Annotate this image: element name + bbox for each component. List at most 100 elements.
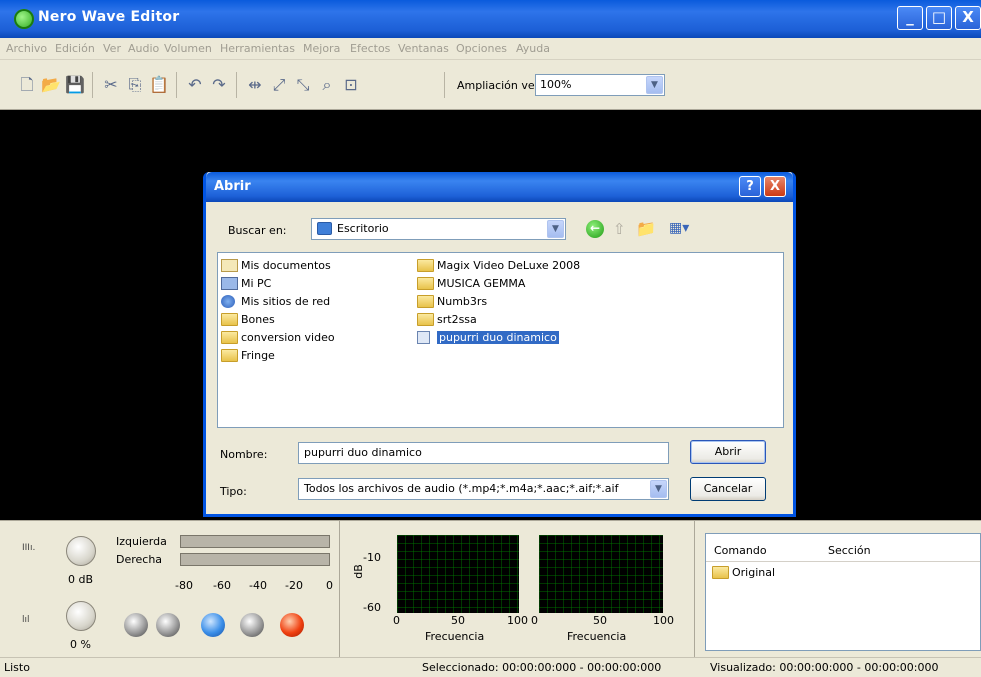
new-file-icon[interactable]: 🗋 — [16, 74, 38, 96]
file-name: Mis documentos — [241, 259, 331, 272]
dialog-title: Abrir — [214, 179, 251, 194]
list-item[interactable]: MUSICA GEMMA — [417, 276, 717, 294]
list-item[interactable]: Mis documentos — [221, 258, 411, 276]
status-text: Listo — [4, 661, 30, 674]
chevron-down-icon[interactable]: ▼ — [650, 480, 667, 498]
menu-herramientas[interactable]: Herramientas — [220, 42, 295, 55]
zoom-selection-icon[interactable]: ⌕ — [316, 74, 338, 96]
dialog-titlebar: Abrir ? X — [206, 172, 793, 202]
pan-knob[interactable] — [66, 601, 96, 631]
left-level-meter — [180, 535, 330, 548]
back-icon[interactable]: ← — [586, 220, 604, 238]
zoom-in-icon[interactable]: ⤢ — [268, 74, 290, 96]
spectrum-y-tick: -10 — [363, 551, 381, 564]
maximize-button[interactable]: □ — [926, 6, 952, 30]
menu-mejora[interactable]: Mejora — [303, 42, 340, 55]
stop-button[interactable] — [240, 613, 264, 637]
file-type-select[interactable]: Todos los archivos de audio (*.mp4;*.m4a… — [298, 478, 669, 500]
toolbar-separator — [176, 72, 177, 98]
look-in-select[interactable]: Escritorio ▼ — [311, 218, 566, 240]
dialog-close-button[interactable]: X — [764, 176, 786, 197]
zoom-value: 100% — [540, 78, 572, 91]
list-item[interactable]: Magix Video DeLuxe 2008 — [417, 258, 717, 276]
menu-edicion[interactable]: Edición — [55, 42, 95, 55]
close-window-button[interactable]: X — [955, 6, 981, 30]
up-folder-icon[interactable]: ⇧ — [613, 220, 626, 238]
open-button[interactable]: Abrir — [690, 440, 766, 464]
view-menu-icon[interactable]: ▦▾ — [669, 220, 689, 236]
right-channel-label: Derecha — [116, 553, 163, 566]
play-selection-button[interactable] — [156, 613, 180, 637]
meter-scale-tick: 0 — [326, 579, 333, 592]
look-in-value: Escritorio — [337, 222, 389, 235]
spectrum-y-label: dB — [351, 564, 365, 579]
list-item[interactable]: Mi PC — [221, 276, 411, 294]
visible-time: Visualizado: 00:00:00:000 - 00:00:00:000 — [710, 661, 939, 674]
gain-knob[interactable] — [66, 536, 96, 566]
zoom-out-icon[interactable]: ⤡ — [292, 74, 314, 96]
record-button[interactable] — [280, 613, 304, 637]
vertical-zoom-select[interactable]: 100% ▼ — [535, 74, 665, 96]
spectrum-x-tick: 50 — [593, 614, 607, 627]
chevron-down-icon[interactable]: ▼ — [547, 220, 564, 238]
help-button[interactable]: ? — [739, 176, 761, 197]
fit-width-icon[interactable]: ⇹ — [244, 74, 266, 96]
gain-value: 0 dB — [68, 573, 94, 586]
copy-icon[interactable]: ⎘ — [124, 74, 146, 96]
play-button[interactable] — [124, 613, 148, 637]
open-folder-icon[interactable]: 📂 — [40, 74, 62, 96]
undo-icon[interactable]: ↶ — [184, 74, 206, 96]
documents-icon — [221, 259, 238, 272]
list-item-selected[interactable]: pupurri duo dinamico — [417, 330, 717, 348]
file-name: conversion video — [241, 331, 335, 344]
loop-button[interactable] — [201, 613, 225, 637]
redo-icon[interactable]: ↷ — [208, 74, 230, 96]
menu-archivo[interactable]: Archivo — [6, 42, 47, 55]
list-item[interactable]: Numb3rs — [417, 294, 717, 312]
cancel-button[interactable]: Cancelar — [690, 477, 766, 501]
cut-icon[interactable]: ✂ — [100, 74, 122, 96]
history-item[interactable]: Original — [712, 565, 775, 583]
new-folder-icon[interactable]: 📁 — [636, 219, 656, 238]
menu-audio[interactable]: Audio — [128, 42, 159, 55]
file-list[interactable]: Mis documentos Mi PC Mis sitios de red B… — [217, 252, 784, 428]
menu-opciones[interactable]: Opciones — [456, 42, 507, 55]
right-level-meter — [180, 553, 330, 566]
zoom-reset-icon[interactable]: ⊡ — [340, 74, 362, 96]
list-item[interactable]: Bones — [221, 312, 411, 330]
spectrum-x-tick: 100 — [653, 614, 674, 627]
file-name: Mi PC — [241, 277, 272, 290]
minimize-button[interactable]: _ — [897, 6, 923, 30]
list-item[interactable]: Mis sitios de red — [221, 294, 411, 312]
status-bar: Listo Seleccionado: 00:00:00:000 - 00:00… — [0, 657, 981, 677]
meter-scale-tick: -40 — [249, 579, 267, 592]
chevron-down-icon[interactable]: ▼ — [646, 76, 663, 94]
menu-ver[interactable]: Ver — [103, 42, 121, 55]
folder-icon — [221, 331, 238, 344]
list-item[interactable]: conversion video — [221, 330, 411, 348]
file-name-input[interactable]: pupurri duo dinamico — [298, 442, 669, 464]
left-channel-label: Izquierda — [116, 535, 167, 548]
meter-scale-tick: -20 — [285, 579, 303, 592]
file-type-label: Tipo: — [220, 485, 247, 498]
nero-app-icon — [14, 9, 34, 29]
spectrum-x-tick: 100 — [507, 614, 528, 627]
list-item[interactable]: srt2ssa — [417, 312, 717, 330]
menu-ventanas[interactable]: Ventanas — [398, 42, 449, 55]
open-dialog: Abrir ? X Buscar en: Escritorio ▼ ← ⇧ 📁 … — [203, 172, 796, 517]
menu-ayuda[interactable]: Ayuda — [516, 42, 550, 55]
save-icon[interactable]: 💾 — [64, 74, 86, 96]
paste-icon[interactable]: 📋 — [148, 74, 170, 96]
balance-icon: lıl — [22, 615, 30, 625]
list-item[interactable]: Fringe — [221, 348, 411, 366]
toolbar-separator — [92, 72, 93, 98]
selection-time: Seleccionado: 00:00:00:000 - 00:00:00:00… — [422, 661, 662, 674]
folder-icon — [221, 349, 238, 362]
menu-volumen[interactable]: Volumen — [164, 42, 212, 55]
history-col-command[interactable]: Comando — [714, 544, 767, 557]
menu-efectos[interactable]: Efectos — [350, 42, 390, 55]
spectrum-right-display — [539, 535, 663, 613]
file-name: Numb3rs — [437, 295, 488, 308]
level-panel: IIIı. 0 dB Izquierda Derecha -80 -60 -40… — [0, 521, 340, 658]
history-col-section[interactable]: Sección — [828, 544, 871, 557]
